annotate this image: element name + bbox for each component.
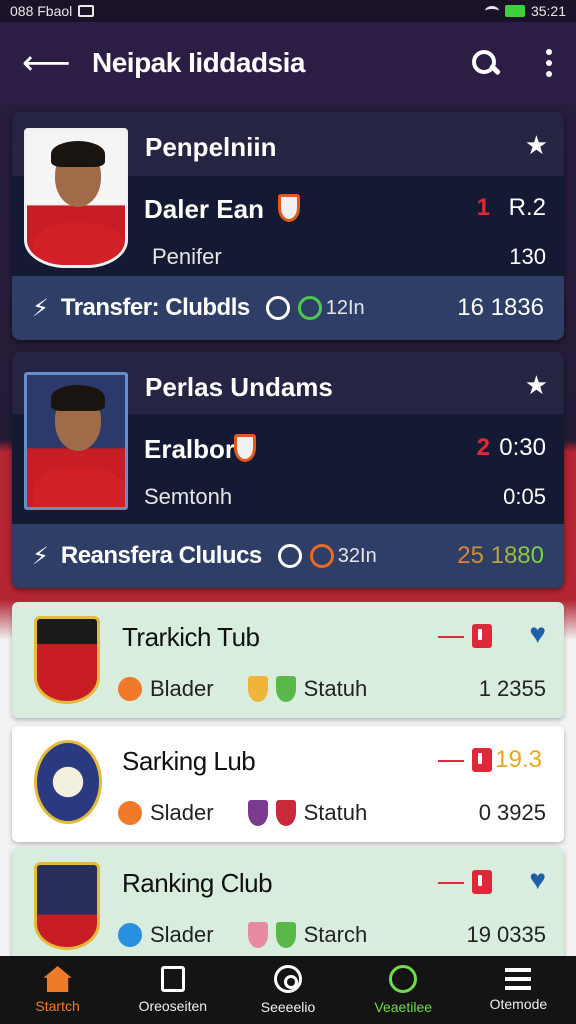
player-stat-b: 130 <box>509 244 546 269</box>
club-value: 0 3925 <box>478 800 546 825</box>
player-name: Penpelniin <box>145 132 277 162</box>
list-icon <box>505 968 532 990</box>
player-name: Perlas Undams <box>145 372 333 402</box>
player-stat-b: 0:05 <box>503 484 546 509</box>
clock-icon <box>297 296 322 320</box>
divider <box>438 760 464 762</box>
more-options-icon[interactable] <box>544 49 554 77</box>
nav-item-home[interactable]: Startch <box>0 956 115 1024</box>
live-icon <box>389 965 418 993</box>
club-crest-icon <box>34 862 100 950</box>
page-title: Neipak Iiddadsia <box>92 47 305 78</box>
divider <box>438 882 464 884</box>
status-time: 35:21 <box>530 3 566 19</box>
club-value: 19 0335 <box>466 922 546 947</box>
app-bar: ⟵ Neipak Iiddadsia <box>0 22 576 104</box>
nav-label: Veaetilee <box>374 999 433 1015</box>
club-name: Sarking Lub <box>122 746 256 776</box>
nav-item-search[interactable]: Seeeelio <box>230 956 345 1024</box>
favorite-heart-icon[interactable]: ♥ <box>529 618 546 650</box>
card-status-icon <box>472 870 492 894</box>
player-card[interactable]: Perlas Undams ★ Eralbor 2 0:30 Semtonh 0… <box>12 352 564 588</box>
face-icon <box>265 296 290 320</box>
target-icon <box>274 965 302 993</box>
player-photo <box>24 372 128 510</box>
card-status-icon <box>472 748 492 772</box>
transfer-label: Reansfera Clulucs <box>60 542 262 569</box>
transfer-icon: ⚡ <box>32 542 49 570</box>
shield-icon <box>247 922 268 948</box>
transfer-value: 25 1880 <box>457 542 544 569</box>
club-stat-1: Slader <box>150 922 214 947</box>
club-name: Trarkich Tub <box>122 622 260 652</box>
transfer-row[interactable]: ⚡ Reansfera Clulucs 32In 25 1880 <box>12 524 564 588</box>
transfer-small: 32In <box>337 544 377 567</box>
shield-icon <box>247 676 268 702</box>
player-stat-a: R.2 <box>508 194 546 221</box>
card-status-icon <box>472 624 492 648</box>
club-card[interactable]: Ranking Club ♥ Slader Starch 19 0335 <box>12 848 564 964</box>
player-photo <box>24 128 128 268</box>
message-icon <box>78 5 95 17</box>
shield-icon <box>275 800 296 826</box>
shield-icon <box>247 800 268 826</box>
star-icon[interactable]: ★ <box>525 370 548 401</box>
club-badge-icon <box>278 194 300 222</box>
transfer-label: Transfer: Clubdls <box>60 294 250 321</box>
club-badge-icon <box>234 434 256 462</box>
club-score: 19.3 <box>495 746 542 773</box>
nav-label: Otemode <box>489 996 548 1012</box>
nav-label: Seeeelio <box>260 999 316 1015</box>
player-club: Eralbor <box>144 434 236 464</box>
club-stat-1: Slader <box>150 800 214 825</box>
player-rank: 2 <box>476 434 490 461</box>
divider <box>438 636 464 638</box>
club-crest-icon <box>34 616 100 704</box>
player-card[interactable]: Penpelniin ★ Daler Ean 1 R.2 Penifer 130… <box>12 112 564 340</box>
nav-item-saved[interactable]: Oreoseiten <box>115 956 230 1024</box>
status-bar: 088 Fbaol 35:21 <box>0 0 576 22</box>
bottom-nav: Startch Oreoseiten Seeeelio Veaetilee Ot… <box>0 956 576 1024</box>
club-value: 1 2355 <box>478 676 546 701</box>
player-rank: 1 <box>476 194 490 221</box>
status-left-text: 088 Fbaol <box>10 3 73 19</box>
back-arrow-icon[interactable]: ⟵ <box>22 46 71 80</box>
shield-icon <box>275 922 296 948</box>
transfer-value: 16 1836 <box>457 294 544 321</box>
transfer-row[interactable]: ⚡ Transfer: Clubdls 12In 16 1836 <box>12 276 564 340</box>
player-icon <box>118 801 142 825</box>
wifi-icon <box>484 6 499 16</box>
club-stat-2: Statuh <box>303 676 368 701</box>
club-stat-2: Starch <box>303 922 368 947</box>
nav-item-menu[interactable]: Otemode <box>461 956 576 1024</box>
player-icon <box>118 923 142 947</box>
battery-icon <box>504 5 525 17</box>
nav-label: Startch <box>35 998 80 1014</box>
face-icon <box>277 544 302 568</box>
club-crest-icon <box>34 740 102 824</box>
star-icon[interactable]: ★ <box>525 130 548 161</box>
club-card[interactable]: Trarkich Tub ♥ Blader Statuh 1 2355 <box>12 602 564 718</box>
save-icon <box>160 966 185 992</box>
search-icon[interactable] <box>470 48 500 78</box>
player-club: Daler Ean <box>144 194 264 224</box>
club-name: Ranking Club <box>122 868 273 898</box>
nav-label: Oreoseiten <box>138 998 208 1014</box>
home-icon <box>43 966 72 992</box>
clock-icon <box>309 544 334 568</box>
shield-icon <box>275 676 296 702</box>
club-stat-2: Statuh <box>303 800 368 825</box>
transfer-small: 12In <box>325 296 365 319</box>
player-stat-a: 0:30 <box>499 434 546 461</box>
player-position: Penifer <box>152 244 222 269</box>
club-stat-1: Blader <box>150 676 214 701</box>
favorite-heart-icon[interactable]: ♥ <box>529 864 546 896</box>
player-icon <box>118 677 142 701</box>
player-position: Semtonh <box>144 484 233 509</box>
nav-item-live[interactable]: Veaetilee <box>346 956 461 1024</box>
transfer-icon: ⚡ <box>32 294 49 322</box>
club-card[interactable]: Sarking Lub 19.3 Slader Statuh 0 3925 <box>12 726 564 842</box>
